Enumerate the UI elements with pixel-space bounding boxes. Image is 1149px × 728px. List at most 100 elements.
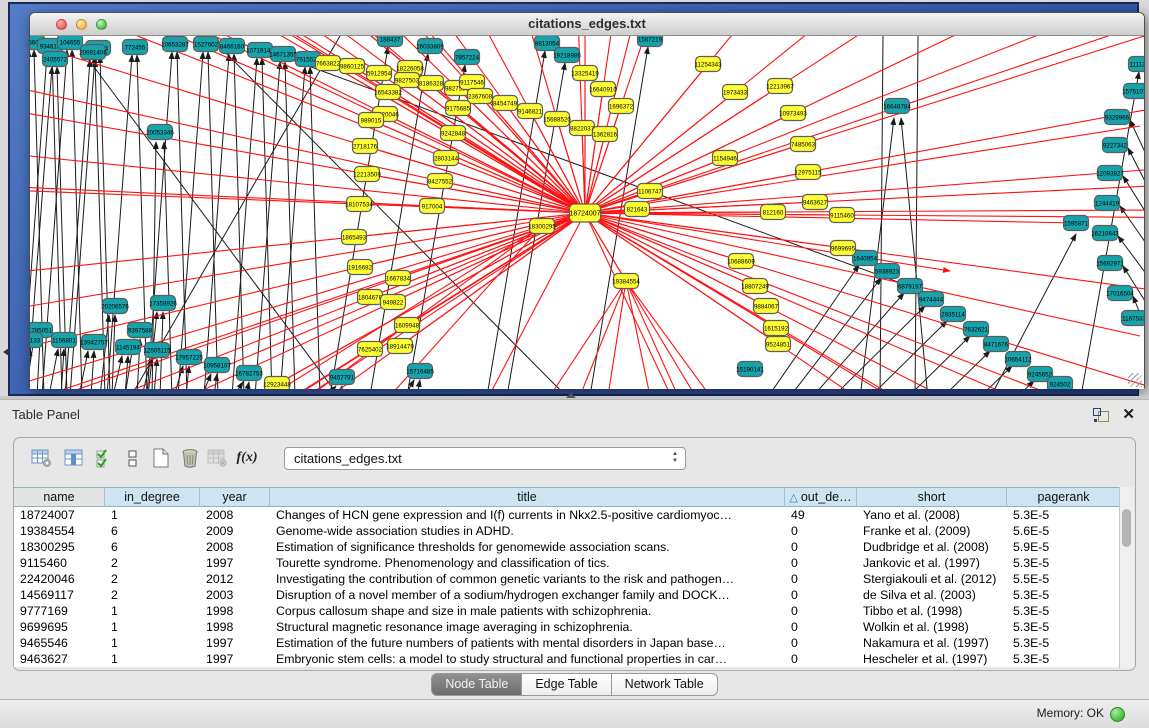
graph-node[interactable]: 18807249 [741, 279, 769, 294]
graph-node[interactable]: 5912954 [367, 66, 392, 81]
graph-node[interactable]: 10654112 [1004, 352, 1032, 367]
graph-node[interactable]: 1106747 [638, 184, 663, 199]
graph-node[interactable]: 949822 [381, 295, 406, 310]
graph-node[interactable]: 1244419 [1095, 196, 1120, 211]
graph-node[interactable]: 812160 [761, 205, 786, 220]
graph-node[interactable]: 8454749 [493, 96, 518, 111]
graph-node[interactable]: 188437 [378, 36, 403, 47]
graph-node[interactable]: 104655 [58, 36, 83, 50]
graph-node[interactable]: 9397588 [128, 323, 153, 338]
graph-node[interactable]: 10958107 [203, 358, 231, 373]
graph-node[interactable]: 19384554 [612, 274, 640, 289]
graph-node[interactable]: 9884067 [754, 299, 779, 314]
graph-node[interactable]: 11254343 [694, 57, 722, 72]
graph-node[interactable]: 8186328 [419, 76, 444, 91]
graph-node[interactable]: 2367608 [468, 89, 493, 104]
graph-node[interactable]: 12213967 [766, 79, 794, 94]
graph-node[interactable]: 16640910 [589, 82, 617, 97]
graph-node[interactable]: 9699695 [831, 241, 856, 256]
graph-node[interactable]: 9524851 [766, 337, 791, 352]
graph-node[interactable]: 9175685 [446, 101, 471, 116]
graph-node[interactable]: 1527602 [194, 37, 219, 52]
table-row[interactable]: 911546021997Tourette syndrome. Phenomeno… [14, 555, 1121, 571]
column-header-short[interactable]: short [857, 487, 1007, 507]
graph-node[interactable]: 9474444 [919, 292, 944, 307]
graph-node[interactable]: 5938923 [875, 264, 900, 279]
graph-node[interactable]: 9227342 [1103, 138, 1128, 153]
graph-node[interactable]: 18107534 [345, 197, 373, 212]
close-panel-button[interactable]: ✕ [1122, 405, 1135, 425]
graph-node[interactable]: 15688520 [543, 112, 571, 127]
graph-node[interactable]: 9146821 [518, 104, 543, 119]
table-row[interactable]: 1938455462009Genome-wide association stu… [14, 523, 1121, 539]
table-row[interactable]: 2242004622012Investigating the contribut… [14, 571, 1121, 587]
graph-node[interactable]: 1111308 [1129, 57, 1145, 72]
graph-node[interactable]: 7663822 [316, 56, 341, 71]
graph-node[interactable]: 9117546 [460, 75, 485, 90]
graph-node[interactable]: 8822037 [570, 121, 595, 136]
graph-node[interactable]: 18914479 [386, 339, 414, 354]
table-row[interactable]: 1456911722003Disruption of a novel membe… [14, 587, 1121, 603]
network-view[interactable]: 1166039346161046551140642405572206914067… [30, 36, 1144, 389]
graph-node[interactable]: 12093827 [1096, 166, 1124, 181]
graph-node[interactable]: 10688609 [727, 254, 755, 269]
graph-node[interactable]: 15716485 [406, 364, 434, 379]
close-window-button[interactable] [56, 19, 67, 30]
graph-node[interactable]: 10973493 [779, 106, 807, 121]
import-table-button[interactable] [204, 445, 230, 471]
graph-node[interactable]: 20691406 [79, 45, 107, 60]
tab-node-table[interactable]: Node Table [431, 673, 522, 696]
new-column-button[interactable] [148, 445, 174, 471]
graph-node[interactable]: 2405572 [43, 52, 68, 67]
delete-column-button[interactable] [177, 445, 203, 471]
column-header-pagerank[interactable]: pagerank [1007, 487, 1121, 507]
graph-node[interactable]: 15190141 [736, 362, 764, 377]
graph-node[interactable]: 16648784 [883, 99, 911, 114]
graph-node[interactable]: 1865493 [342, 230, 367, 245]
graph-node[interactable]: 1154946 [713, 151, 738, 166]
graph-node[interactable]: 2935114 [941, 307, 966, 322]
graph-node[interactable]: 1696372 [609, 99, 634, 114]
table-row[interactable]: 946554611997Estimation of the future num… [14, 635, 1121, 651]
graph-node[interactable]: 13325419 [571, 66, 599, 81]
graph-node[interactable]: 989015 [359, 113, 384, 128]
graph-node[interactable]: 13942757 [80, 335, 108, 350]
graph-node[interactable]: 17359926 [149, 296, 177, 311]
select-columns-button[interactable] [92, 445, 118, 471]
window-resize-grip[interactable] [1128, 373, 1142, 387]
graph-node[interactable]: 1640954 [853, 251, 878, 266]
table-scrollbar-thumb[interactable] [1122, 509, 1131, 547]
zoom-window-button[interactable] [96, 19, 107, 30]
graph-node[interactable]: 9329966 [1105, 110, 1130, 125]
column-header-out_de[interactable]: △out_de… [785, 487, 857, 507]
graph-node[interactable]: 8471676 [984, 337, 1009, 352]
graph-node[interactable]: 12975115 [794, 165, 822, 180]
graph-node[interactable]: 8466160 [220, 39, 245, 54]
graph-node[interactable]: 16033809 [416, 39, 444, 54]
minimize-window-button[interactable] [76, 19, 87, 30]
window-titlebar[interactable]: citations_edges.txt [30, 13, 1144, 36]
table-row[interactable]: 977716911998Corpus callosum shape and si… [14, 603, 1121, 619]
graph-node[interactable]: 12923448 [263, 377, 291, 390]
tab-network-table[interactable]: Network Table [612, 673, 718, 696]
graph-node[interactable]: 6879197 [898, 279, 923, 294]
graph-node[interactable]: 10653287 [161, 37, 189, 52]
table-select[interactable]: citations_edges.txt ▲▼ [284, 447, 686, 470]
graph-node[interactable]: 1916682 [348, 260, 373, 275]
graph-node[interactable]: 2803144 [434, 151, 459, 166]
graph-node[interactable]: 1973433 [723, 85, 748, 100]
collapse-panel-arrow-icon[interactable] [3, 348, 9, 356]
table-row[interactable]: 969969511998Structural magnetic resonanc… [14, 619, 1121, 635]
graph-node[interactable]: 7857224 [455, 50, 480, 65]
graph-node[interactable]: 2718176 [353, 139, 378, 154]
graph-node[interactable]: 1567219 [638, 36, 663, 47]
graph-node[interactable]: 20053346 [146, 125, 174, 140]
graph-node[interactable]: 15751074 [1122, 84, 1144, 99]
graph-node[interactable]: 9242848 [441, 126, 466, 141]
graph-node[interactable]: 17957225 [175, 350, 203, 365]
graph-node[interactable]: 15692971 [1096, 256, 1124, 271]
column-header-title[interactable]: title [270, 487, 785, 507]
table-scrollbar[interactable] [1119, 487, 1134, 668]
show-columns-button[interactable] [61, 445, 87, 471]
network-window[interactable]: citations_edges.txt 11660393461610465511… [29, 12, 1145, 389]
